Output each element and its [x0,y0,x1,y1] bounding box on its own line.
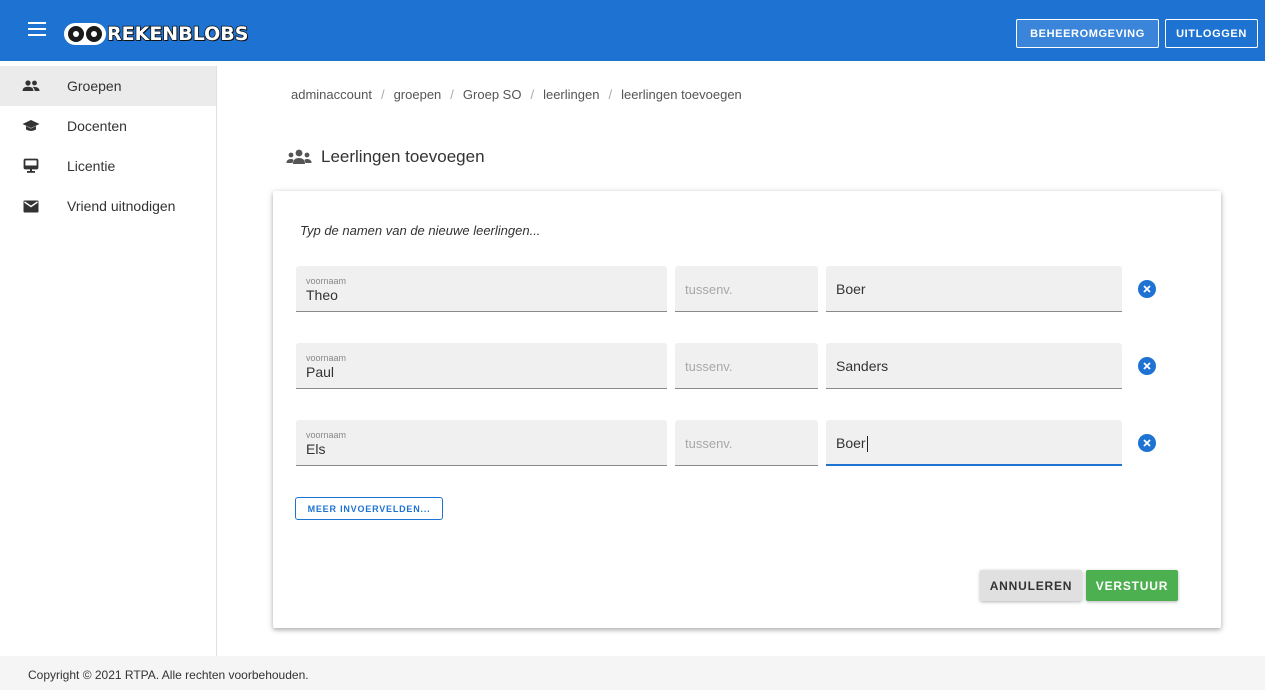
field-label: voornaam [306,353,347,363]
more-fields-button[interactable]: MEER INVOERVELDEN... [295,497,443,520]
close-icon [1143,439,1151,447]
sidebar-item-label: Vriend uitnodigen [67,198,176,214]
footer: Copyright © 2021 RTPA. Alle rechten voor… [0,656,1265,690]
breadcrumb-leerlingen-toevoegen: leerlingen toevoegen [621,87,742,102]
rekenblobs-logo[interactable]: REKENBLOBS [64,22,249,46]
voornaam-field[interactable]: voornaam Els [296,420,667,466]
sidebar-item-label: Licentie [67,158,116,174]
field-value: Theo [306,287,338,303]
school-icon [22,117,40,135]
field-value: Els [306,441,326,457]
sidebar-item-groepen[interactable]: Groepen [0,66,216,106]
breadcrumb-separator: / [450,87,454,102]
form-card [273,191,1221,628]
users-icon [286,148,312,166]
form-instruction: Typ de namen van de nieuwe leerlingen... [300,223,541,238]
sidebar-item-label: Docenten [67,118,127,134]
beheeromgeving-button[interactable]: BEHEEROMGEVING [1016,19,1159,48]
copyright-text: Copyright © 2021 RTPA. Alle rechten voor… [28,668,309,682]
breadcrumb-separator: / [380,87,385,102]
cancel-button[interactable]: ANNULEREN [980,570,1082,601]
logo-eyes [64,23,106,45]
breadcrumb-groep-so[interactable]: Groep SO [463,87,522,102]
field-value: Boer [836,435,866,451]
close-icon [1143,362,1151,370]
sidebar-item-vriend-uitnodigen[interactable]: Vriend uitnodigen [0,186,216,226]
mail-icon [22,197,40,215]
sidebar-item-docenten[interactable]: Docenten [0,106,216,146]
field-placeholder: tussenv. [685,359,733,374]
sidebar-item-licentie[interactable]: Licentie [0,146,216,186]
tussenvoegsel-field[interactable]: tussenv. [675,266,818,312]
remove-row-button[interactable] [1138,434,1156,452]
field-value: Paul [306,364,335,380]
remove-row-button[interactable] [1138,280,1156,298]
remove-row-button[interactable] [1138,357,1156,375]
page-title: Leerlingen toevoegen [321,147,485,166]
field-placeholder: tussenv. [685,282,733,297]
top-app-bar: REKENBLOBS BEHEEROMGEVING UITLOGGEN [0,0,1265,61]
breadcrumb-separator: / [530,87,535,102]
hamburger-menu-icon[interactable] [28,22,46,38]
logo-text: REKENBLOBS [106,22,249,46]
field-value: Sanders [836,358,889,374]
submit-button[interactable]: VERSTUUR [1086,570,1178,601]
breadcrumb-groepen[interactable]: groepen [394,87,442,102]
monitor-icon [22,157,40,175]
sidebar-item-label: Groepen [67,78,122,94]
voornaam-field[interactable]: voornaam Theo [296,266,667,312]
close-icon [1143,285,1151,293]
tussenvoegsel-field[interactable]: tussenv. [675,420,818,466]
text-caret [866,436,868,453]
achternaam-field-focused[interactable]: Boer [826,420,1122,466]
field-placeholder: tussenv. [685,436,733,451]
field-label: voornaam [306,430,347,440]
breadcrumb: adminaccount / groepen / Groep SO / leer… [291,87,742,102]
breadcrumb-separator: / [608,87,613,102]
field-value-wrapper: Boer [836,435,868,453]
sidebar: Groepen Docenten Licentie Vriend uitnodi… [0,66,217,656]
logout-button[interactable]: UITLOGGEN [1165,19,1258,48]
field-value: Boer [836,281,866,297]
breadcrumb-adminaccount[interactable]: adminaccount [291,87,372,102]
field-label: voornaam [306,276,347,286]
achternaam-field[interactable]: Boer [826,266,1122,312]
tussenvoegsel-field[interactable]: tussenv. [675,343,818,389]
breadcrumb-leerlingen[interactable]: leerlingen [543,87,599,102]
achternaam-field[interactable]: Sanders [826,343,1122,389]
voornaam-field[interactable]: voornaam Paul [296,343,667,389]
group-icon [22,77,40,95]
